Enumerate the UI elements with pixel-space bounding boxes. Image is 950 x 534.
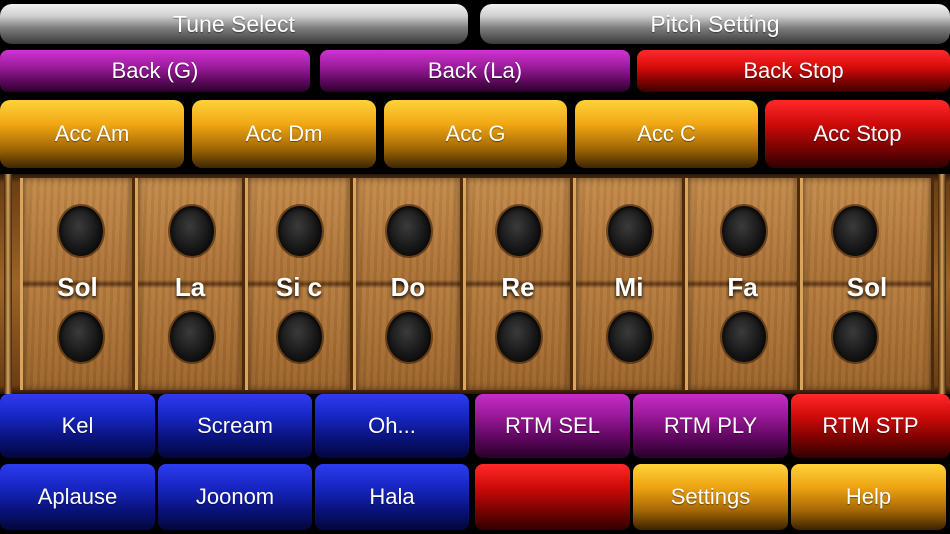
hole-icon [833, 312, 877, 362]
acc-g-button[interactable]: Acc G [384, 100, 567, 168]
pitch-setting-button[interactable]: Pitch Setting [480, 4, 950, 44]
aplause-button[interactable]: Aplause [0, 464, 155, 530]
hole-icon [59, 206, 103, 256]
key-label: Re [501, 272, 535, 302]
hole-icon [497, 206, 541, 256]
settings-button[interactable]: Settings [633, 464, 788, 530]
hole-icon [387, 312, 431, 362]
acc-c-button[interactable]: Acc C [575, 100, 758, 168]
kel-button[interactable]: Kel [0, 394, 155, 458]
hole-icon [497, 312, 541, 362]
hole-icon [278, 312, 322, 362]
key-do[interactable]: Do [353, 178, 463, 390]
key-mi[interactable]: Mi [573, 178, 685, 390]
key-label: Sol [57, 272, 98, 302]
scream-button[interactable]: Scream [158, 394, 312, 458]
rtm-sel-button[interactable]: RTM SEL [475, 394, 630, 458]
tune-select-button[interactable]: Tune Select [0, 4, 468, 44]
key-label: La [174, 272, 206, 302]
hole-icon [59, 312, 103, 362]
joonom-button[interactable]: Joonom [158, 464, 312, 530]
key-label: Si c [275, 272, 323, 302]
hole-icon [278, 206, 322, 256]
hole-icon [722, 206, 766, 256]
oh-button[interactable]: Oh... [315, 394, 469, 458]
hala-button[interactable]: Hala [315, 464, 469, 530]
key-label: Fa [727, 272, 758, 302]
key-label: Do [390, 272, 426, 302]
acc-am-button[interactable]: Acc Am [0, 100, 184, 168]
back-la-button[interactable]: Back (La) [320, 50, 630, 92]
hole-icon [170, 206, 214, 256]
back-g-button[interactable]: Back (G) [0, 50, 310, 92]
acc-stop-button[interactable]: Acc Stop [765, 100, 950, 168]
hole-icon [387, 206, 431, 256]
back-stop-button[interactable]: Back Stop [637, 50, 950, 92]
hole-icon [722, 312, 766, 362]
instrument-board: Sol La Si c Do Re Mi Fa Sol [0, 174, 950, 394]
key-re[interactable]: Re [463, 178, 573, 390]
board-edge-right [938, 174, 946, 394]
key-sol-low[interactable]: Sol [20, 178, 135, 390]
key-label: Mi [614, 272, 644, 302]
board-edge-left [4, 174, 12, 394]
hole-icon [608, 206, 652, 256]
blank-red-button[interactable] [475, 464, 630, 530]
key-sol-high[interactable]: Sol [800, 178, 934, 390]
rtm-stp-button[interactable]: RTM STP [791, 394, 950, 458]
key-label: Sol [846, 272, 888, 302]
help-button[interactable]: Help [791, 464, 946, 530]
acc-dm-button[interactable]: Acc Dm [192, 100, 376, 168]
key-la[interactable]: La [135, 178, 245, 390]
rtm-ply-button[interactable]: RTM PLY [633, 394, 788, 458]
key-fa[interactable]: Fa [685, 178, 800, 390]
key-si-c[interactable]: Si c [245, 178, 353, 390]
hole-icon [608, 312, 652, 362]
hole-icon [833, 206, 877, 256]
hole-icon [170, 312, 214, 362]
